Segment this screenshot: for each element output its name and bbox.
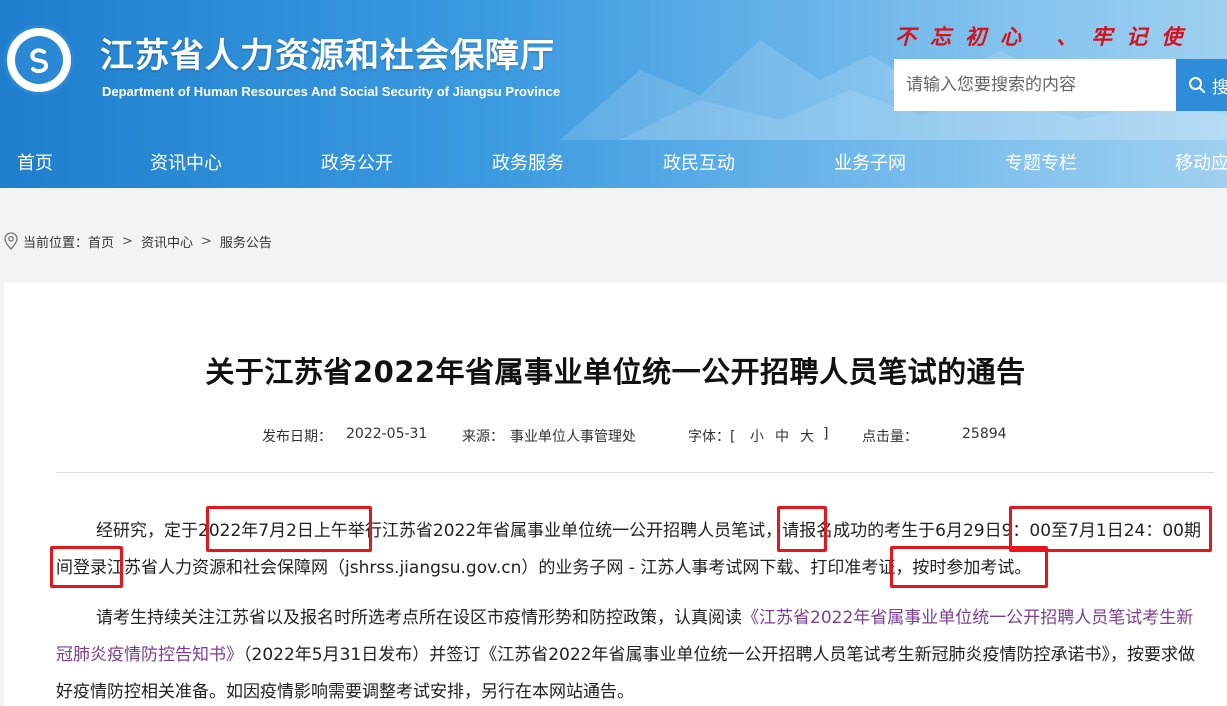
site-logo[interactable] — [4, 25, 74, 95]
highlight-box-written-exam — [777, 506, 827, 552]
nav-item-mobile[interactable]: 移动应 — [1175, 149, 1227, 175]
logo-emblem-icon — [15, 36, 63, 84]
highlight-box-download-end — [50, 546, 123, 588]
source-value: 事业单位人事管理处 — [510, 429, 636, 445]
nav-item-interaction[interactable]: 政民互动 — [663, 149, 735, 175]
highlight-box-admission-ticket — [890, 546, 1048, 588]
para2-text-1: 请考生持续关注江苏省以及报名时所选考点所在设区市疫情形势和防控政策，认真阅读 — [96, 608, 742, 628]
font-size-medium-button[interactable]: 中 — [775, 426, 789, 446]
nav-item-gov-services[interactable]: 政务服务 — [492, 149, 564, 175]
slogan-text: 不忘初心 、牢记使 — [895, 24, 1197, 49]
font-size-label: 字体：[ — [688, 429, 736, 445]
breadcrumb: 当前位置： 首页 > 资讯中心 > 服务公告 — [4, 231, 272, 251]
search-button[interactable]: 搜 — [1176, 59, 1227, 111]
para1-text-1: 经研究，定于 — [96, 521, 198, 541]
breadcrumb-separator: > — [200, 233, 212, 249]
font-size-large-button[interactable]: 大 — [800, 426, 814, 446]
nav-item-special-topics[interactable]: 专题专栏 — [1005, 149, 1077, 175]
search-icon — [1189, 77, 1205, 93]
search-input[interactable] — [894, 59, 1176, 111]
article-paragraph-2: 请考生持续关注江苏省以及报名时所选考点所在设区市疫情形势和防控政策，认真阅读《江… — [56, 600, 1206, 706]
views-count: 25894 — [962, 426, 1007, 442]
nav-item-news[interactable]: 资讯中心 — [150, 149, 222, 175]
meta-divider — [56, 472, 1214, 473]
views-label: 点击量： — [862, 429, 918, 445]
nav-item-public-affairs[interactable]: 政务公开 — [321, 149, 393, 175]
nav-item-home[interactable]: 首页 — [17, 149, 53, 175]
source-label: 来源： — [462, 429, 504, 445]
main-nav: 首页 资讯中心 政务公开 政务服务 政民互动 业务子网 专题专栏 移动应 — [0, 136, 1227, 188]
breadcrumb-prefix: 当前位置： — [23, 235, 89, 251]
site-header: 江苏省人力资源和社会保障厅 Department of Human Resour… — [0, 0, 1227, 188]
breadcrumb-separator: > — [122, 233, 133, 249]
article-panel: 关于江苏省2022年省属事业单位统一公开招聘人员笔试的通告 发布日期： 2022… — [4, 283, 1227, 706]
nav-item-sub-sites[interactable]: 业务子网 — [834, 149, 906, 175]
article-title: 关于江苏省2022年省属事业单位统一公开招聘人员笔试的通告 — [205, 355, 1026, 389]
location-pin-icon — [4, 232, 18, 250]
publish-date: 2022-05-31 — [346, 426, 428, 442]
font-size-small-button[interactable]: 小 — [750, 426, 764, 446]
breadcrumb-news[interactable]: 资讯中心 — [141, 232, 193, 251]
search-button-label: 搜 — [1212, 77, 1227, 98]
font-size-bracket: ] — [823, 426, 829, 442]
publish-date-label: 发布日期： — [262, 429, 332, 445]
breadcrumb-service-notice[interactable]: 服务公告 — [220, 232, 272, 251]
site-subtitle: Department of Human Resources And Social… — [102, 84, 561, 99]
highlight-box-exam-date — [206, 506, 372, 552]
breadcrumb-home[interactable]: 首页 — [88, 232, 114, 251]
site-title: 江苏省人力资源和社会保障厅 — [100, 36, 555, 76]
